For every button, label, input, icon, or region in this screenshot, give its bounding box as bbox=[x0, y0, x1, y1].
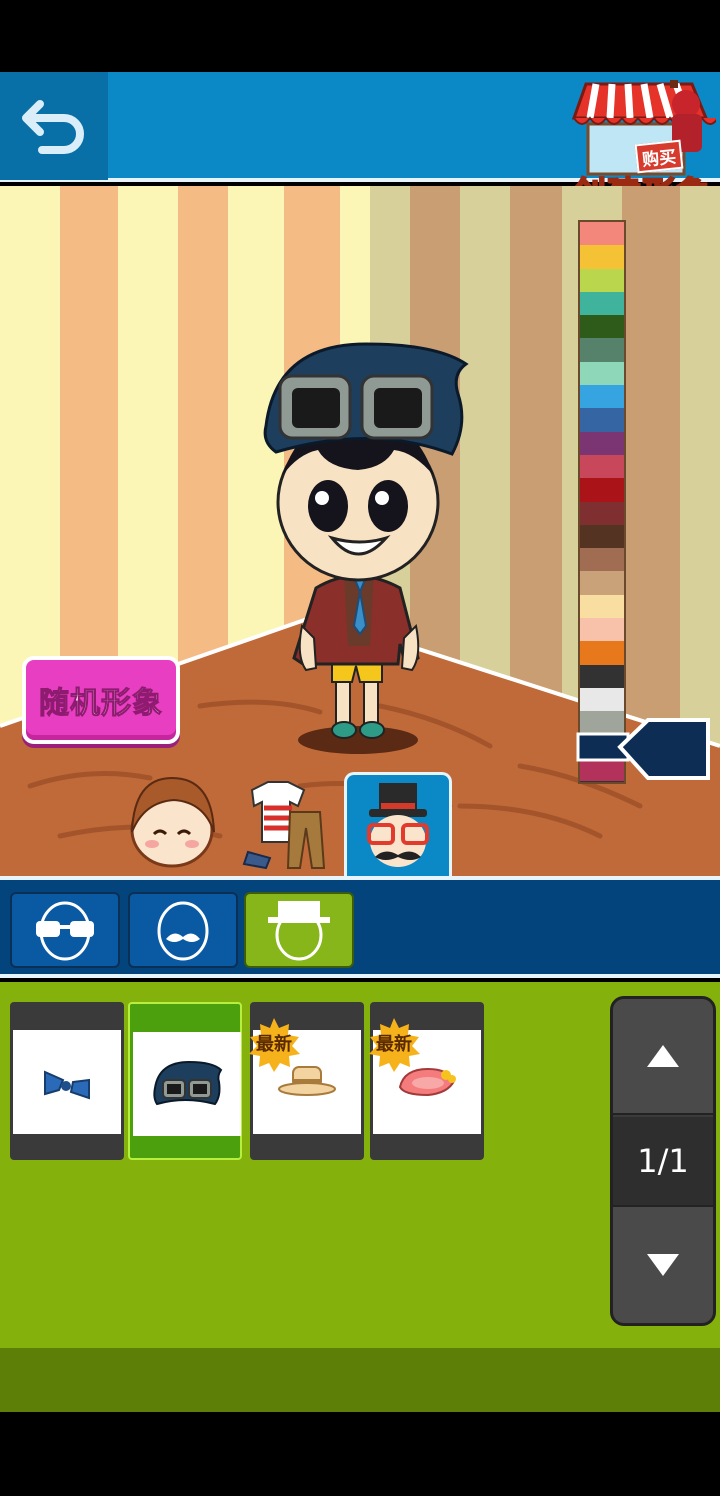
item-straw-hat[interactable]: 最新 bbox=[249, 1002, 364, 1160]
page-down-button[interactable] bbox=[613, 1205, 713, 1323]
status-bar bbox=[0, 0, 720, 72]
tab-face[interactable] bbox=[118, 772, 226, 876]
system-nav-bar bbox=[0, 1412, 720, 1496]
avatar-scene: 随机形象 bbox=[0, 186, 720, 876]
buy-tag: 购买 bbox=[634, 139, 684, 174]
color-swatch[interactable] bbox=[580, 222, 624, 246]
glasses-icon bbox=[36, 901, 94, 961]
hat-icon bbox=[268, 901, 330, 961]
subcategory-bar bbox=[0, 876, 720, 978]
color-swatch[interactable] bbox=[580, 431, 624, 455]
color-swatch[interactable] bbox=[580, 315, 624, 339]
new-badge: 最新 bbox=[366, 1016, 422, 1072]
items-panel: 最新 最新 1/1 bbox=[0, 982, 720, 1348]
new-badge-label: 最新 bbox=[256, 1034, 292, 1055]
bow-tie-icon bbox=[44, 1070, 90, 1100]
page-up-button[interactable] bbox=[613, 999, 713, 1115]
new-badge-label: 最新 bbox=[376, 1034, 412, 1055]
color-swatch[interactable] bbox=[580, 291, 624, 316]
back-button[interactable] bbox=[0, 72, 108, 180]
selected-color-pointer[interactable] bbox=[576, 714, 712, 784]
color-swatch[interactable] bbox=[580, 548, 624, 572]
page-indicator: 1/1 bbox=[613, 1117, 713, 1205]
color-swatch[interactable] bbox=[580, 664, 624, 688]
pager: 1/1 bbox=[610, 996, 716, 1326]
tab-clothes[interactable] bbox=[234, 772, 342, 876]
item-card bbox=[133, 1032, 241, 1136]
accessories-icon bbox=[367, 783, 429, 867]
subtab-hat[interactable] bbox=[244, 892, 354, 968]
item-card bbox=[13, 1030, 121, 1134]
avatar-character bbox=[263, 342, 469, 754]
color-swatch[interactable] bbox=[580, 594, 624, 619]
color-swatch[interactable] bbox=[580, 408, 624, 432]
mustache-icon bbox=[157, 901, 209, 961]
new-badge: 最新 bbox=[246, 1016, 302, 1072]
color-swatch[interactable] bbox=[580, 454, 624, 479]
color-palette bbox=[578, 220, 626, 784]
item-pink-hat[interactable]: 最新 bbox=[369, 1002, 484, 1160]
subtab-glasses[interactable] bbox=[10, 892, 120, 968]
color-swatch[interactable] bbox=[580, 571, 624, 595]
items-footer bbox=[0, 1348, 720, 1412]
color-swatch[interactable] bbox=[580, 524, 624, 549]
random-avatar-label: 随机形象 bbox=[39, 686, 163, 722]
color-swatch[interactable] bbox=[580, 501, 624, 525]
item-bow-tie[interactable] bbox=[10, 1002, 124, 1160]
color-swatch[interactable] bbox=[580, 641, 624, 665]
color-swatch[interactable] bbox=[580, 618, 624, 642]
beanie-goggles-icon bbox=[153, 1060, 223, 1106]
color-swatch[interactable] bbox=[580, 245, 624, 269]
color-swatch[interactable] bbox=[580, 478, 624, 502]
color-swatch[interactable] bbox=[580, 385, 624, 409]
color-swatch[interactable] bbox=[580, 338, 624, 362]
subtab-mustache[interactable] bbox=[128, 892, 238, 968]
color-swatch[interactable] bbox=[580, 687, 624, 712]
item-beanie-goggles[interactable] bbox=[128, 1002, 242, 1160]
triangle-down-icon bbox=[647, 1254, 679, 1276]
triangle-up-icon bbox=[647, 1045, 679, 1067]
color-swatch[interactable] bbox=[580, 268, 624, 292]
tab-accessories[interactable] bbox=[344, 772, 452, 876]
random-avatar-button[interactable]: 随机形象 bbox=[22, 656, 180, 744]
color-swatch[interactable] bbox=[580, 361, 624, 386]
back-arrow-icon bbox=[22, 100, 84, 154]
face-icon bbox=[130, 776, 215, 868]
clothes-icon bbox=[242, 781, 326, 870]
